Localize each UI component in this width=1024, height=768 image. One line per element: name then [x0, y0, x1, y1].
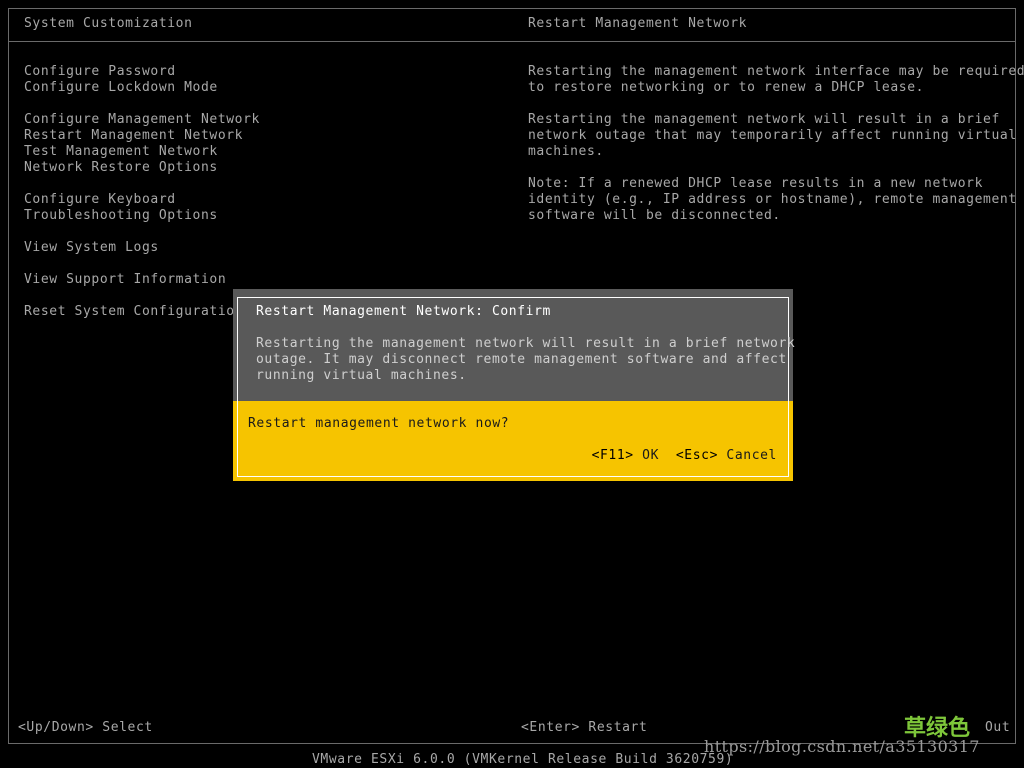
cancel-label: Cancel — [718, 448, 777, 463]
cancel-key: <Esc> — [675, 448, 718, 463]
menu-item-view-support-information[interactable]: View Support Information — [24, 272, 226, 288]
confirm-dialog: Restart Management Network: Confirm Rest… — [233, 289, 795, 481]
menu-item-troubleshooting-options[interactable]: Troubleshooting Options — [24, 208, 218, 224]
version-footer: VMware ESXi 6.0.0 (VMKernel Release Buil… — [312, 752, 734, 767]
dialog-actions: <F11> OK <Esc> Cancel — [592, 448, 777, 464]
menu-item-view-system-logs[interactable]: View System Logs — [24, 240, 159, 256]
description-line: network outage that may temporarily affe… — [528, 128, 1017, 143]
message-line: Restarting the management network will r… — [256, 336, 796, 351]
confirm-question: Restart management network now? — [248, 416, 510, 431]
menu-item-test-management-network[interactable]: Test Management Network — [24, 144, 218, 160]
description-line: Note: If a renewed DHCP lease results in… — [528, 176, 984, 191]
status-hint-select: <Up/Down> Select — [18, 720, 153, 735]
header-divider — [8, 41, 1016, 42]
menu-item-network-restore-options[interactable]: Network Restore Options — [24, 160, 218, 176]
description-line: software will be disconnected. — [528, 208, 781, 223]
status-hint-restart: <Enter> Restart — [521, 720, 648, 735]
menu-item-configure-lockdown-mode[interactable]: Configure Lockdown Mode — [24, 80, 218, 96]
description-line: identity (e.g., IP address or hostname),… — [528, 192, 1017, 207]
menu-item-configure-password[interactable]: Configure Password — [24, 64, 176, 80]
description-line: to restore networking or to renew a DHCP… — [528, 80, 925, 95]
message-line: outage. It may disconnect remote managem… — [256, 352, 787, 367]
watermark-url: https://blog.csdn.net/a35130317 — [704, 737, 980, 756]
menu-item-reset-system-configuration[interactable]: Reset System Configuration — [24, 304, 243, 320]
description-line: Restarting the management network interf… — [528, 64, 1024, 79]
left-pane-title: System Customization — [24, 16, 193, 31]
description-line: Restarting the management network will r… — [528, 112, 1000, 127]
ok-button[interactable]: <F11> OK — [592, 448, 659, 463]
menu-item-restart-management-network[interactable]: Restart Management Network — [24, 128, 243, 144]
menu-item-configure-keyboard[interactable]: Configure Keyboard — [24, 192, 176, 208]
confirm-dialog-title: Restart Management Network: Confirm — [256, 304, 551, 319]
message-line: running virtual machines. — [256, 368, 467, 383]
ok-key: <F11> — [591, 448, 634, 463]
right-pane-title: Restart Management Network — [528, 16, 748, 31]
ok-label: OK — [633, 448, 659, 463]
menu-item-configure-management-network[interactable]: Configure Management Network — [24, 112, 260, 128]
status-hint-out: Out — [985, 720, 1011, 735]
description-line: machines. — [528, 144, 604, 159]
cancel-button[interactable]: <Esc> Cancel — [676, 448, 777, 463]
confirm-dialog-message: Restarting the management network will r… — [256, 336, 795, 384]
